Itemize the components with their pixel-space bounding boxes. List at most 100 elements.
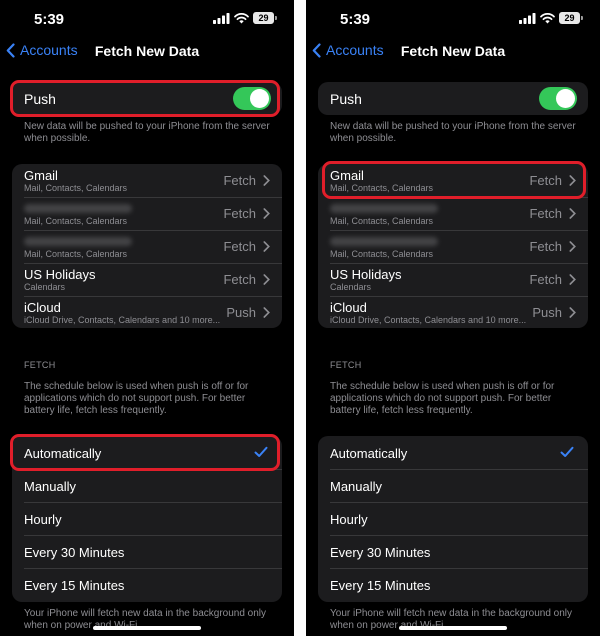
fetch-footnote: The schedule below is used when push is … (330, 381, 555, 416)
chevron-right-icon (569, 274, 576, 285)
phone-screenshot-left: 5:39 29 Accounts Fetch New Data Push New… (0, 0, 294, 636)
wifi-icon (540, 12, 555, 23)
account-fetch-status: Push (532, 305, 562, 320)
page-title: Fetch New Data (94, 43, 200, 59)
status-time: 5:39 (34, 11, 65, 28)
account-name: iCloud (24, 300, 61, 315)
account-detail: Mail, Contacts, Calendars (330, 249, 434, 259)
option-label: Automatically (24, 446, 102, 461)
option-label: Hourly (330, 512, 368, 527)
push-label: Push (330, 91, 362, 107)
page-title: Fetch New Data (400, 43, 506, 59)
navigation-bar: Accounts Fetch New Data (306, 40, 600, 64)
fetch-section-header: FETCH (24, 360, 56, 370)
push-footnote: New data will be pushed to your iPhone f… (330, 121, 576, 144)
option-label: Manually (330, 479, 383, 494)
battery-icon: 29 (253, 12, 277, 24)
option-label: Manually (24, 479, 77, 494)
accounts-list: Gmail Mail, Contacts, Calendars Fetch Ma… (318, 164, 588, 328)
status-bar: 5:39 29 (306, 10, 600, 30)
push-setting-row: Push (318, 82, 588, 115)
wifi-icon (234, 12, 249, 23)
option-hourly[interactable]: Hourly (318, 502, 588, 535)
option-automatically[interactable]: Automatically (318, 436, 588, 469)
navigation-bar: Accounts Fetch New Data (0, 40, 294, 64)
account-detail: Calendars (330, 282, 372, 292)
status-icons: 29 (519, 12, 583, 24)
option-label: Every 15 Minutes (24, 578, 125, 593)
redacted-account-name (24, 204, 132, 213)
push-toggle[interactable] (539, 87, 577, 110)
chevron-right-icon (263, 307, 270, 318)
accounts-list: Gmail Mail, Contacts, Calendars Fetch Ma… (12, 164, 282, 328)
account-fetch-status: Fetch (529, 173, 562, 188)
option-every-30-minutes[interactable]: Every 30 Minutes (12, 535, 282, 568)
option-hourly[interactable]: Hourly (12, 502, 282, 535)
redacted-account-name (330, 204, 438, 213)
account-name: US Holidays (330, 267, 402, 282)
account-name: US Holidays (24, 267, 96, 282)
account-row-icloud[interactable]: iCloud iCloud Drive, Contacts, Calendars… (12, 296, 282, 329)
account-fetch-status: Fetch (529, 272, 562, 287)
status-time: 5:39 (340, 11, 371, 28)
account-row-redacted[interactable]: Mail, Contacts, Calendars Fetch (318, 197, 588, 230)
chevron-right-icon (263, 175, 270, 186)
account-fetch-status: Push (226, 305, 256, 320)
chevron-right-icon (263, 274, 270, 285)
chevron-right-icon (569, 175, 576, 186)
option-automatically[interactable]: Automatically (12, 436, 282, 469)
account-detail: Mail, Contacts, Calendars (24, 249, 128, 259)
home-indicator (93, 626, 201, 630)
chevron-right-icon (263, 208, 270, 219)
option-label: Automatically (330, 446, 408, 461)
account-detail: iCloud Drive, Contacts, Calendars and 10… (24, 315, 221, 325)
option-manually[interactable]: Manually (318, 469, 588, 502)
account-detail: Mail, Contacts, Calendars (330, 183, 434, 193)
status-bar: 5:39 29 (0, 10, 294, 30)
chevron-right-icon (569, 208, 576, 219)
account-row-redacted[interactable]: Mail, Contacts, Calendars Fetch (12, 230, 282, 263)
fetch-footnote: The schedule below is used when push is … (24, 381, 249, 416)
account-name: Gmail (24, 168, 58, 183)
account-fetch-status: Fetch (223, 272, 256, 287)
push-setting-row: Push (12, 82, 282, 115)
account-row-redacted[interactable]: Mail, Contacts, Calendars Fetch (318, 230, 588, 263)
option-label: Every 30 Minutes (330, 545, 431, 560)
redacted-account-name (24, 237, 132, 246)
account-row-gmail[interactable]: Gmail Mail, Contacts, Calendars Fetch (318, 164, 588, 197)
toggle-knob (250, 89, 269, 108)
account-row-gmail[interactable]: Gmail Mail, Contacts, Calendars Fetch (12, 164, 282, 197)
phone-screenshot-right: 5:39 29 Accounts Fetch New Data Push New… (306, 0, 600, 636)
account-row-icloud[interactable]: iCloud iCloud Drive, Contacts, Calendars… (318, 296, 588, 329)
chevron-right-icon (263, 241, 270, 252)
home-indicator (399, 626, 507, 630)
option-manually[interactable]: Manually (12, 469, 282, 502)
account-detail: Mail, Contacts, Calendars (24, 216, 128, 226)
account-row-us-holidays[interactable]: US Holidays Calendars Fetch (12, 263, 282, 296)
account-row-us-holidays[interactable]: US Holidays Calendars Fetch (318, 263, 588, 296)
account-row-redacted[interactable]: Mail, Contacts, Calendars Fetch (12, 197, 282, 230)
checkmark-icon (254, 446, 268, 457)
cellular-signal-icon (519, 12, 536, 24)
option-every-15-minutes[interactable]: Every 15 Minutes (318, 568, 588, 601)
fetch-schedule-list: Automatically Manually Hourly Every 30 M… (12, 436, 282, 602)
account-fetch-status: Fetch (529, 206, 562, 221)
toggle-knob (556, 89, 575, 108)
account-detail: iCloud Drive, Contacts, Calendars and 10… (330, 315, 527, 325)
option-every-15-minutes[interactable]: Every 15 Minutes (12, 568, 282, 601)
option-label: Hourly (24, 512, 62, 527)
account-detail: Mail, Contacts, Calendars (330, 216, 434, 226)
status-icons: 29 (213, 12, 277, 24)
fetch-schedule-list: Automatically Manually Hourly Every 30 M… (318, 436, 588, 602)
option-label: Every 30 Minutes (24, 545, 125, 560)
account-name: Gmail (330, 168, 364, 183)
option-every-30-minutes[interactable]: Every 30 Minutes (318, 535, 588, 568)
account-fetch-status: Fetch (223, 173, 256, 188)
option-label: Every 15 Minutes (330, 578, 431, 593)
account-detail: Calendars (24, 282, 66, 292)
account-fetch-status: Fetch (529, 239, 562, 254)
chevron-right-icon (569, 241, 576, 252)
account-fetch-status: Fetch (223, 206, 256, 221)
push-toggle[interactable] (233, 87, 271, 110)
checkmark-icon (560, 446, 574, 457)
